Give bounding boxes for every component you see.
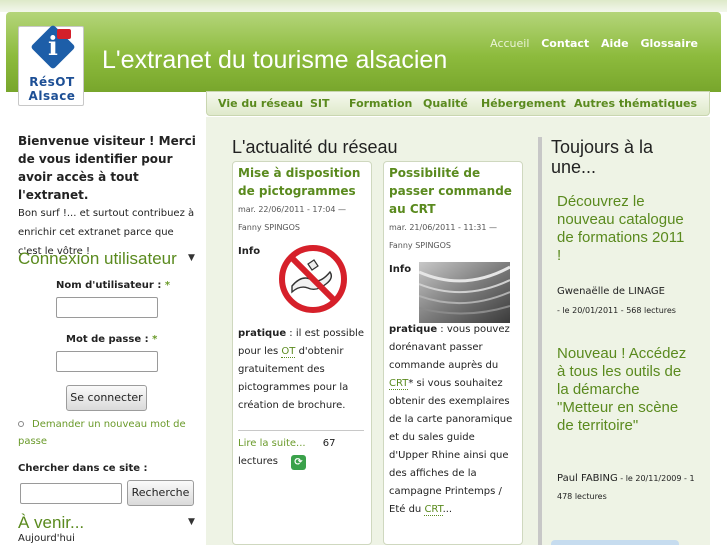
- crt-link[interactable]: CRT: [389, 378, 409, 390]
- news-card-2-info: Info: [389, 264, 412, 275]
- book-pages-image: [419, 262, 510, 323]
- main-nav-vie-du-reseau[interactable]: Vie du réseau: [218, 97, 303, 110]
- main-nav-formation[interactable]: Formation: [349, 97, 412, 110]
- news-card-1-title[interactable]: Mise à disposition de pictogrammes: [238, 164, 368, 200]
- featured-item-1-meta: - le 20/01/2011 - 568 lectures: [557, 306, 676, 315]
- news-card-2-text-b: * si vous souhaitez obtenir des exemplai…: [389, 378, 513, 515]
- news-card-1-footer: Lire la suite... 67: [238, 435, 368, 453]
- top-nav-glossaire[interactable]: Glossaire: [640, 37, 698, 50]
- no-litter-pictogram-icon: [268, 244, 358, 314]
- logo-line-1: RésOT: [29, 75, 75, 89]
- featured-box: [551, 540, 679, 545]
- news-card-1-info: Info: [238, 246, 261, 257]
- username-input[interactable]: [56, 297, 158, 318]
- upcoming-today: Aujourd'hui: [18, 533, 75, 544]
- news-card-1-divider: [238, 430, 364, 431]
- welcome-message: Bienvenue visiteur ! Merci de vous ident…: [18, 134, 196, 202]
- share-icon[interactable]: ⟳: [291, 455, 306, 470]
- main-nav-hebergement[interactable]: Hébergement: [481, 97, 566, 110]
- column-separator: [538, 137, 542, 545]
- username-label-text: Nom d'utilisateur :: [56, 280, 162, 291]
- top-nav-contact[interactable]: Contact: [541, 37, 589, 50]
- featured-item-2-title[interactable]: Nouveau ! Accédez à tous les outils de l…: [557, 345, 697, 435]
- forgot-password: Demander un nouveau mot de passe: [18, 416, 198, 450]
- featured-item-2-byline: Paul FABING - le 20/11/2009 - 1 478 lect…: [557, 470, 697, 506]
- news-card-2-title[interactable]: Possibilité de passer commande au CRT: [389, 164, 517, 218]
- chevron-down-icon[interactable]: ▼: [188, 253, 195, 263]
- search-input[interactable]: [20, 483, 122, 504]
- top-nav-aide[interactable]: Aide: [601, 37, 629, 50]
- upcoming-heading[interactable]: À venir...: [18, 513, 84, 533]
- bullet-circle-icon: [18, 421, 24, 427]
- main-nav-sit[interactable]: SIT: [310, 97, 330, 110]
- login-button[interactable]: Se connecter: [66, 385, 147, 411]
- search-button[interactable]: Recherche: [127, 480, 194, 506]
- news-card-1-bold: pratique: [238, 328, 287, 339]
- featured-heading: Toujours à la une...: [551, 137, 654, 177]
- crt-link-2[interactable]: CRT: [424, 504, 443, 516]
- top-nav: Accueil Contact Aide Glossaire: [482, 37, 698, 50]
- forgot-password-link[interactable]: Demander un nouveau mot de passe: [18, 419, 186, 447]
- required-mark: *: [164, 280, 171, 291]
- news-card-1-body: pratique : il est possible pour les OT d…: [238, 325, 364, 415]
- reads-word: lectures: [238, 456, 278, 467]
- site-logo[interactable]: i RésOT Alsace: [18, 24, 84, 106]
- top-strip: [0, 0, 727, 12]
- password-label: Mot de passe : *: [66, 334, 157, 345]
- password-input[interactable]: [56, 351, 158, 372]
- site-title[interactable]: L'extranet du tourisme alsacien: [102, 46, 447, 75]
- news-card-2-bold: pratique: [389, 324, 438, 335]
- chevron-down-icon[interactable]: ▼: [188, 517, 195, 527]
- sidebar: Bienvenue visiteur ! Merci de vous ident…: [18, 132, 198, 261]
- password-label-text: Mot de passe :: [66, 334, 149, 345]
- reads-count: 67: [322, 438, 336, 449]
- main-nav-autres-thematiques[interactable]: Autres thématiques: [574, 97, 697, 110]
- required-mark: *: [152, 334, 158, 345]
- login-heading[interactable]: Connexion utilisateur: [18, 249, 177, 269]
- top-nav-accueil[interactable]: Accueil: [490, 37, 529, 50]
- featured-item-1-title[interactable]: Découvrez le nouveau catalogue de format…: [557, 193, 689, 265]
- news-card-2-text-c: ...: [442, 504, 453, 515]
- featured-item-2-author: Paul FABING: [557, 473, 618, 484]
- news-card-2-body: pratique : vous pouvez dorénavant passer…: [389, 321, 515, 519]
- search-label: Chercher dans ce site :: [18, 463, 148, 474]
- news-heading: L'actualité du réseau: [232, 137, 398, 157]
- username-label: Nom d'utilisateur : *: [56, 280, 170, 291]
- main-nav: Vie du réseau SIT Formation Qualité Hébe…: [206, 91, 710, 116]
- news-card-2-meta: mar. 21/06/2011 - 11:31 — Fanny SPINGOS: [389, 223, 498, 250]
- featured-item-1-author: Gwenaëlle de LINAGE: [557, 286, 665, 297]
- logo-line-2: Alsace: [28, 89, 76, 103]
- info-i-icon: i: [48, 32, 58, 62]
- main-nav-qualite[interactable]: Qualité: [423, 97, 468, 110]
- read-more-link[interactable]: Lire la suite...: [238, 438, 306, 449]
- ot-link[interactable]: OT: [281, 346, 296, 358]
- news-card-1-meta: mar. 22/06/2011 - 17:04 — Fanny SPINGOS: [238, 205, 347, 232]
